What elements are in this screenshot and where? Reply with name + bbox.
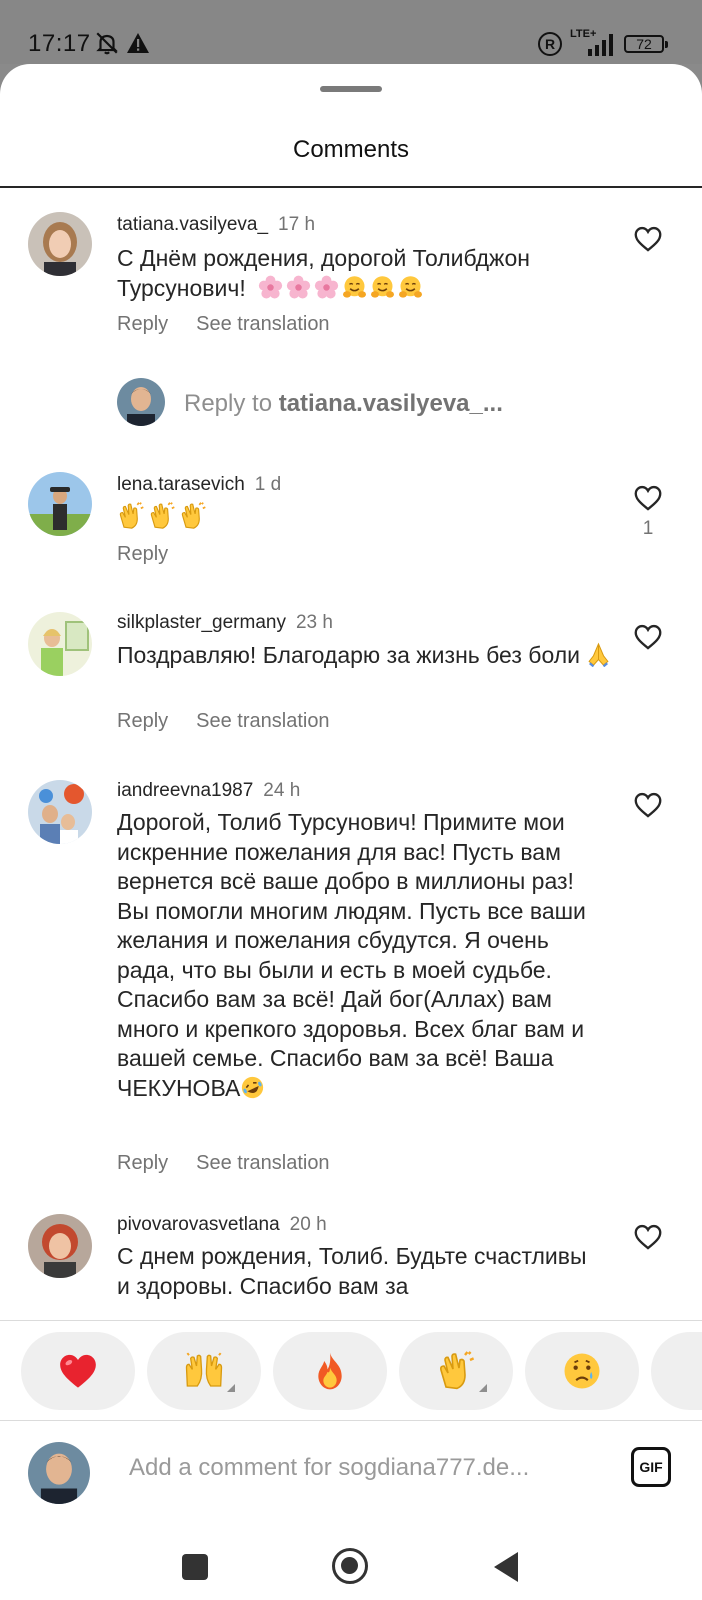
battery-icon: 72 [624, 35, 668, 53]
comment-time: 17 h [278, 214, 316, 235]
comment-body: Дорогой, Толиб Турсунович! Примите мои и… [117, 808, 607, 1103]
comment-username[interactable]: lena.tarasevich [117, 474, 245, 495]
drag-handle[interactable] [320, 86, 382, 92]
like-heart-icon[interactable] [634, 792, 662, 818]
like-heart-icon[interactable] [634, 1224, 662, 1250]
see-translation-button[interactable]: See translation [196, 1152, 329, 1174]
reaction-red-heart-button[interactable] [21, 1332, 135, 1410]
my-avatar [117, 378, 165, 426]
reply-to-prefix: Reply to [184, 390, 273, 417]
reaction-more-button[interactable] [651, 1332, 702, 1410]
registered-icon: R [538, 32, 562, 56]
warning-icon [127, 33, 149, 53]
muted-bell-icon [96, 32, 118, 55]
comment-username[interactable]: tatiana.vasilyeva_ [117, 214, 268, 235]
crying-face-icon [562, 1351, 602, 1391]
reply-button[interactable]: Reply [117, 543, 168, 565]
comment-input[interactable]: Add a comment for sogdiana777.de... [129, 1454, 529, 1482]
folded-hands-icon [586, 642, 611, 667]
comment-body [117, 502, 617, 534]
my-avatar [28, 1442, 90, 1504]
blossom-icon [258, 275, 283, 300]
avatar[interactable] [28, 212, 92, 276]
comment-body: С Днём рождения, дорогой Толибджон Турсу… [117, 244, 617, 303]
comment-username[interactable]: pivovarovasvetlana [117, 1214, 280, 1235]
like-heart-icon[interactable] [634, 624, 662, 650]
hugging-face-icon [370, 275, 395, 300]
skin-tone-indicator [479, 1384, 487, 1392]
signal-icon: LTE+ [570, 28, 618, 56]
blossom-icon [314, 275, 339, 300]
clapping-hands-icon [148, 502, 176, 530]
avatar[interactable] [28, 1214, 92, 1278]
comments-sheet: Comments tatiana.vasilyeva_ 17 h С Днём р… [0, 64, 702, 1600]
quick-reactions-bar[interactable] [0, 1332, 702, 1412]
signal-bars-icon [588, 34, 613, 56]
comment-time: 1 d [254, 474, 282, 495]
see-translation-button[interactable]: See translation [196, 710, 329, 732]
avatar[interactable] [28, 612, 92, 676]
reply-button[interactable]: Reply [117, 1152, 168, 1174]
gif-button[interactable]: GIF [631, 1447, 671, 1487]
system-navigation-bar [0, 1524, 702, 1600]
see-translation-button[interactable]: See translation [196, 313, 329, 335]
avatar[interactable] [28, 472, 92, 536]
reply-button[interactable]: Reply [117, 710, 168, 732]
recent-apps-icon[interactable] [182, 1554, 208, 1580]
comment-text: С днем рождения, Толиб. Будьте счастливы… [117, 1243, 587, 1299]
reaction-fire-button[interactable] [273, 1332, 387, 1410]
reply-to-username: tatiana.vasilyeva_... [278, 390, 503, 417]
comment-text: Дорогой, Толиб Турсунович! Примите мои и… [117, 809, 586, 1101]
status-bar: 17:17 R LTE+ 72 [0, 0, 702, 64]
comment-text: Поздравляю! Благодарю за жизнь без боли [117, 642, 581, 668]
back-icon[interactable] [494, 1552, 518, 1582]
comments-list[interactable]: tatiana.vasilyeva_ 17 h С Днём рождения, … [0, 188, 702, 1384]
skin-tone-indicator [227, 1384, 235, 1392]
raising-hands-icon [184, 1351, 224, 1391]
avatar[interactable] [28, 780, 92, 844]
red-heart-icon [58, 1351, 98, 1391]
clapping-hands-icon [436, 1351, 476, 1391]
comment-username[interactable]: silkplaster_germany [117, 612, 286, 633]
hugging-face-icon [398, 275, 423, 300]
reactions-divider [0, 1320, 702, 1321]
reaction-crying-face-button[interactable] [525, 1332, 639, 1410]
comment-time: 24 h [263, 780, 301, 801]
reply-button[interactable]: Reply [117, 313, 168, 335]
sheet-title: Comments [292, 136, 410, 163]
reaction-clapping-hands-button[interactable] [399, 1332, 513, 1410]
like-heart-icon[interactable] [634, 226, 662, 252]
composer-divider [0, 1420, 702, 1421]
hugging-face-icon [342, 275, 367, 300]
comment-username[interactable]: iandreevna1987 [117, 780, 253, 801]
comment-body: Поздравляю! Благодарю за жизнь без боли [117, 641, 617, 671]
status-time: 17:17 [28, 30, 91, 57]
comment-time: 23 h [295, 612, 333, 633]
like-heart-icon[interactable] [634, 485, 662, 511]
blossom-icon [286, 275, 311, 300]
clapping-hands-icon [179, 502, 207, 530]
like-count[interactable]: 1 [634, 518, 662, 540]
clapping-hands-icon [117, 502, 145, 530]
rolling-laughing-icon [240, 1075, 265, 1100]
home-icon[interactable] [332, 1548, 368, 1584]
reaction-raising-hands-button[interactable] [147, 1332, 261, 1410]
fire-icon [310, 1351, 350, 1391]
comment-time: 20 h [289, 1214, 327, 1235]
